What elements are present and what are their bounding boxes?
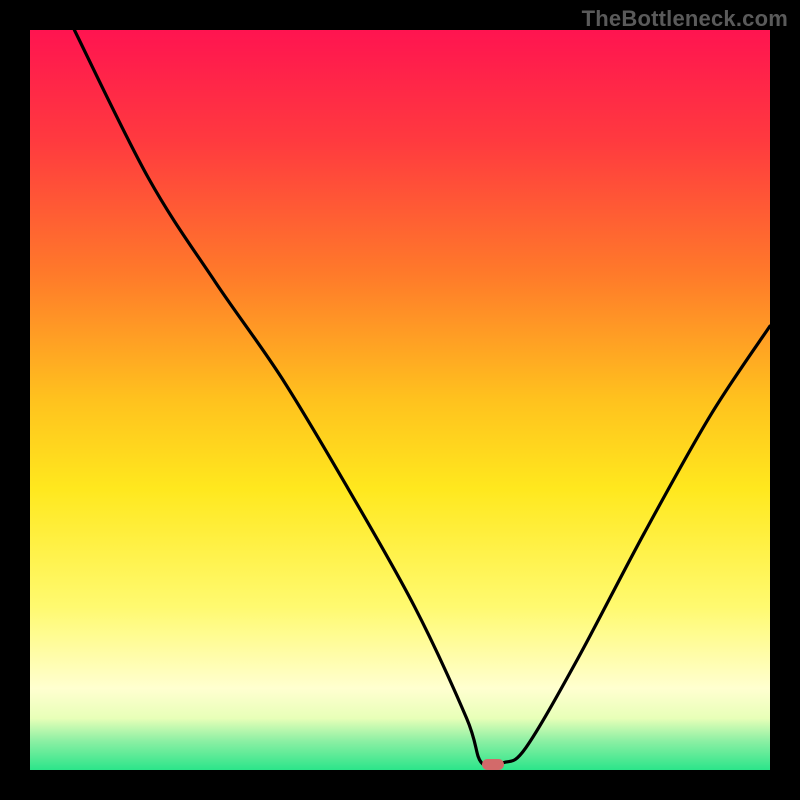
chart-frame: TheBottleneck.com [0,0,800,800]
curve-path [74,30,770,767]
watermark-text: TheBottleneck.com [582,6,788,32]
plot-area [30,30,770,770]
bottleneck-curve [30,30,770,770]
optimum-marker [482,759,504,770]
